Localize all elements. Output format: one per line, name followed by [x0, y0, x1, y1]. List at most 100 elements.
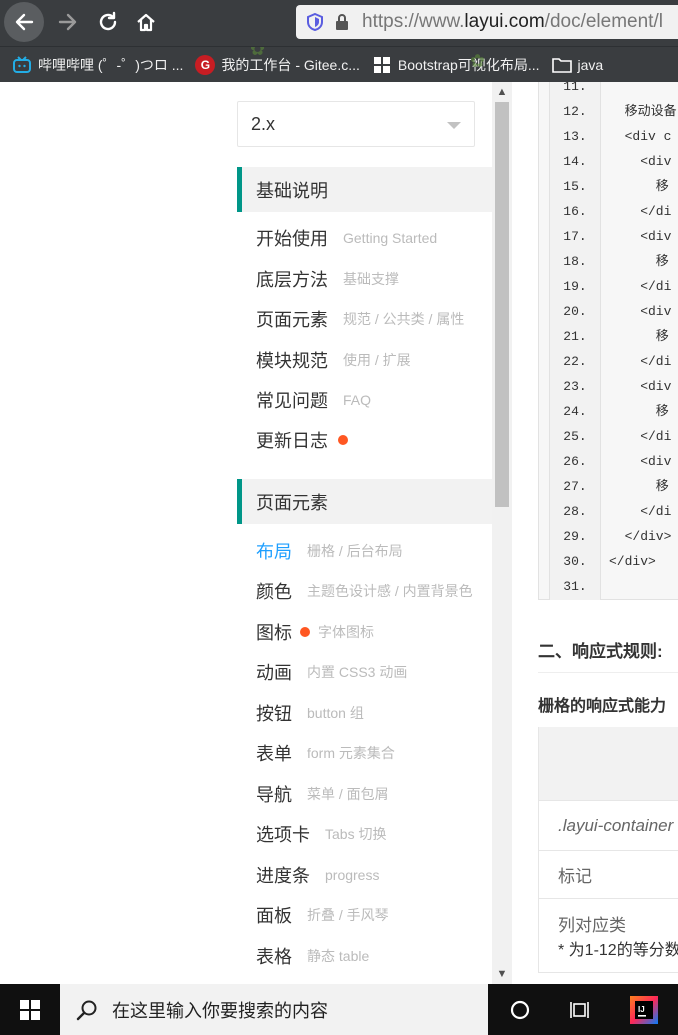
address-bar[interactable]: https://www.layui.com/doc/element/l	[296, 5, 678, 39]
nav-sublabel: 栅格 / 后台布局	[307, 543, 403, 559]
nav-item-table[interactable]: 表格 静态 table	[256, 941, 369, 971]
sidebar-scrollbar[interactable]: ▲ ▼	[492, 82, 512, 984]
nav-sublabel: 主题色设计感 / 内置背景色	[307, 583, 473, 599]
nav-sublabel: FAQ	[343, 392, 372, 408]
nav-item-faq[interactable]: 常见问题 FAQ	[256, 385, 371, 415]
nav-sublabel: 基础支撑	[343, 271, 399, 287]
arrow-left-icon	[15, 13, 34, 31]
nav-label: 表单	[256, 744, 292, 764]
line-number: 20.	[563, 304, 587, 319]
nav-item-color[interactable]: 颜色 主题色设计感 / 内置背景色	[256, 576, 473, 606]
url-text[interactable]: https://www.layui.com/doc/element/l	[362, 11, 663, 33]
bookmark-label: java	[577, 56, 604, 73]
nav-label: 进度条	[256, 866, 310, 886]
nav-label: 更新日志	[256, 431, 328, 451]
code-text: 移	[609, 179, 669, 194]
line-number: 29.	[563, 529, 587, 544]
code-text: <div	[609, 379, 672, 394]
nav-label: 面板	[256, 906, 292, 926]
line-number: 24.	[563, 404, 587, 419]
bookmark-bilibili[interactable]: 哔哩哔哩 (゜-゜)つロ ...	[12, 55, 183, 75]
url-path: /doc/element/l	[544, 11, 663, 32]
leaf-decoration: ✿	[250, 46, 266, 59]
scroll-up-arrow-icon[interactable]: ▲	[496, 86, 508, 98]
nav-item-animation[interactable]: 动画 内置 CSS3 动画	[256, 657, 407, 687]
scroll-down-arrow-icon[interactable]: ▼	[496, 968, 508, 980]
back-button[interactable]	[4, 2, 44, 42]
line-number: 14.	[563, 154, 587, 169]
scroll-thumb[interactable]	[495, 102, 509, 507]
code-text: </div>	[609, 554, 656, 569]
taskbar-search[interactable]: 在这里输入你要搜索的内容	[60, 984, 488, 1035]
table-cell: 列对应类	[558, 916, 626, 935]
nav-sublabel: 使用 / 扩展	[343, 352, 411, 368]
line-number: 22.	[563, 354, 587, 369]
forward-button[interactable]	[48, 2, 88, 42]
nav-item-progress[interactable]: 进度条 progress	[256, 860, 379, 890]
nav-item-base-methods[interactable]: 底层方法 基础支撑	[256, 264, 399, 294]
nav-item-page-elements[interactable]: 页面元素 规范 / 公共类 / 属性	[256, 304, 464, 334]
nav-sublabel: 静态 table	[307, 948, 370, 964]
nav-label: 动画	[256, 663, 292, 683]
nav-sublabel: form 元素集合	[307, 745, 395, 761]
nav-item-icon[interactable]: 图标 字体图标	[256, 617, 374, 647]
start-button[interactable]	[0, 984, 60, 1035]
code-block: 11. 12. 移动设备 13. <div c 14. <div 15. 移 16. </…	[538, 82, 678, 600]
code-text: 移	[609, 479, 669, 494]
nav-sublabel: Tabs 切换	[325, 826, 387, 842]
nav-sublabel: 内置 CSS3 动画	[307, 664, 408, 680]
nav-sublabel: 规范 / 公共类 / 属性	[343, 311, 465, 327]
task-view-button[interactable]	[560, 984, 600, 1035]
shield-icon[interactable]	[306, 13, 324, 31]
nav-sublabel: Getting Started	[343, 230, 438, 246]
nav-sublabel: 折叠 / 手风琴	[307, 907, 389, 923]
nav-item-getting-started[interactable]: 开始使用 Getting Started	[256, 223, 437, 253]
code-text: </di	[609, 204, 672, 219]
line-number: 18.	[563, 254, 587, 269]
nav-label: 模块规范	[256, 351, 328, 371]
line-number: 16.	[563, 204, 587, 219]
nav-item-panel[interactable]: 面板 折叠 / 手风琴	[256, 900, 389, 930]
bookmark-gitee[interactable]: G 我的工作台 - Gitee.c...	[195, 54, 360, 75]
code-text: </div>	[609, 529, 672, 544]
reload-button[interactable]	[88, 2, 128, 42]
nav-item-tabs[interactable]: 选项卡 Tabs 切换	[256, 819, 386, 849]
nav-label: 表格	[256, 947, 292, 967]
nav-item-button[interactable]: 按钮 button 组	[256, 698, 364, 728]
bookmark-java-folder[interactable]: java	[551, 55, 604, 75]
code-text: </di	[609, 429, 672, 444]
lock-icon[interactable]	[334, 13, 350, 31]
table-row: 标记	[539, 851, 678, 899]
nav-label: 常见问题	[256, 391, 328, 411]
code-text: </di	[609, 354, 672, 369]
search-placeholder: 在这里输入你要搜索的内容	[112, 1000, 328, 1021]
version-select[interactable]: 2.x	[237, 101, 475, 147]
line-number: 25.	[563, 429, 587, 444]
section-basics: 基础说明	[237, 167, 492, 212]
nav-item-form[interactable]: 表单 form 元素集合	[256, 738, 395, 768]
browser-toolbar: https://www.layui.com/doc/element/l	[0, 0, 678, 46]
nav-item-module-spec[interactable]: 模块规范 使用 / 扩展	[256, 345, 411, 375]
code-text: </di	[609, 279, 672, 294]
code-text: 移	[609, 254, 669, 269]
doc-sidebar: 2.x 基础说明 开始使用 Getting Started 底层方法 基础支撑 页面…	[0, 82, 492, 984]
nav-item-changelog[interactable]: 更新日志	[256, 425, 348, 455]
nav-label: 布局	[256, 542, 292, 562]
code-text: 移动设备	[609, 104, 677, 119]
line-number: 15.	[563, 179, 587, 194]
search-icon	[76, 1000, 97, 1020]
arrow-right-icon	[58, 13, 77, 31]
url-prefix: https://www.	[362, 11, 465, 32]
bookmark-label: 我的工作台 - Gitee.c...	[221, 56, 360, 73]
bookmark-bootstrap[interactable]: Bootstrap可视化布局...	[372, 55, 540, 75]
line-number: 13.	[563, 129, 587, 144]
gitee-icon: G	[195, 54, 216, 75]
cortana-button[interactable]	[500, 984, 540, 1035]
home-button[interactable]	[126, 2, 166, 42]
line-number: 30.	[563, 554, 587, 569]
new-badge-dot	[338, 435, 348, 445]
bilibili-icon	[12, 55, 32, 75]
nav-item-layout[interactable]: 布局 栅格 / 后台布局	[256, 536, 403, 566]
intellij-idea-button[interactable]: IJ	[624, 984, 664, 1035]
nav-item-nav[interactable]: 导航 菜单 / 面包屑	[256, 779, 389, 809]
